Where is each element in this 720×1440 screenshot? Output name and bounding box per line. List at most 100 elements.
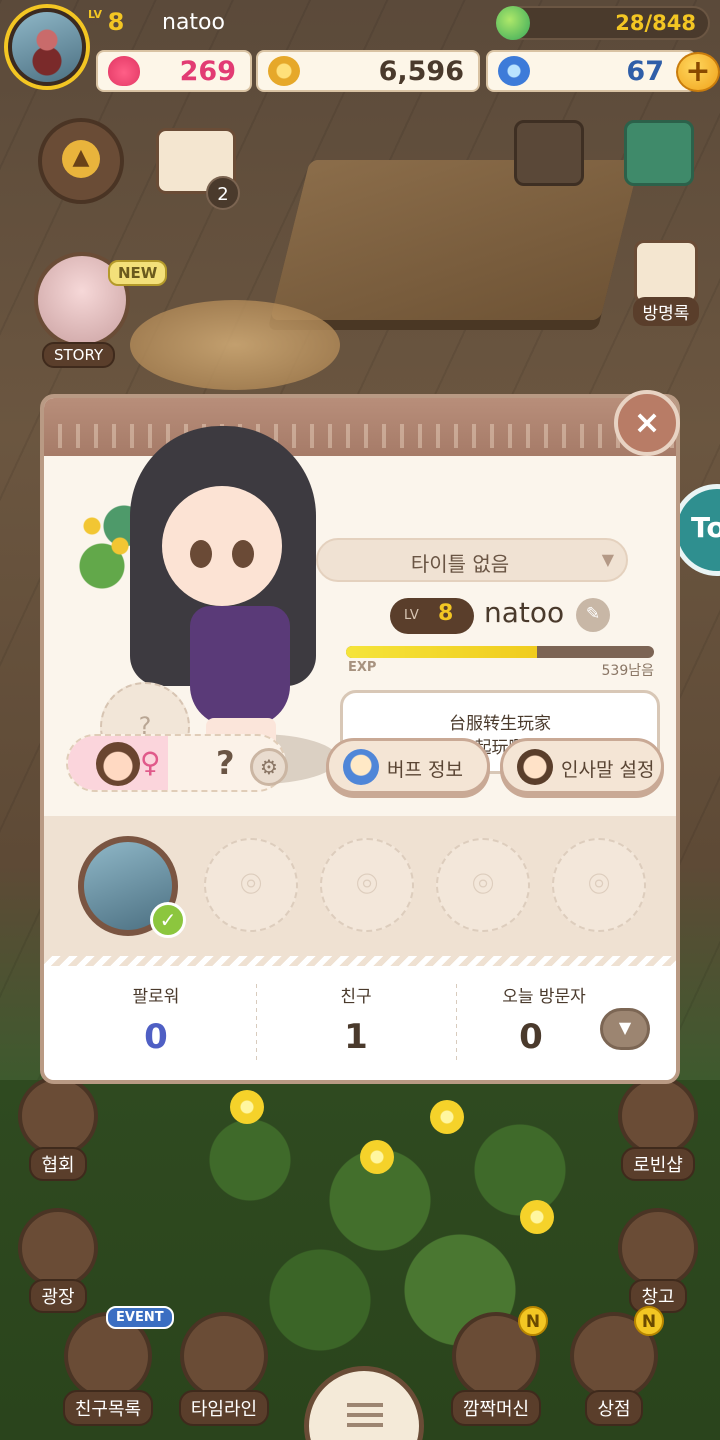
chevron-down-icon[interactable]: ▼ xyxy=(600,1008,650,1050)
lock-icon xyxy=(618,1076,698,1156)
gems-counter: 67 xyxy=(486,50,696,92)
girl-face-icon xyxy=(96,742,140,786)
timeline-icon xyxy=(180,1312,268,1400)
eye-icon xyxy=(190,540,212,568)
guestbook-icon xyxy=(634,240,698,304)
visitors-label: 오늘 방문자 xyxy=(502,987,586,1007)
character-dress xyxy=(190,606,290,726)
build-cube-button[interactable] xyxy=(624,120,694,186)
event-badge: EVENT xyxy=(106,1306,174,1329)
female-symbol-icon: ♀ xyxy=(140,746,161,779)
character-face xyxy=(162,486,282,606)
friends-count: 1 xyxy=(344,1017,368,1057)
greeting-face-icon xyxy=(517,749,553,785)
friend-list-button[interactable]: 친구목록 xyxy=(58,1312,158,1426)
side-item-label: 광장 xyxy=(29,1279,87,1313)
bottom-label: 깜짝머신 xyxy=(450,1390,542,1426)
flower-icon xyxy=(430,1100,464,1134)
followers-stat[interactable]: 팔로워 0 xyxy=(56,982,256,1057)
player-level: LV 8 xyxy=(88,8,124,36)
modal-header xyxy=(44,398,676,456)
gear-icon[interactable]: ⚙ xyxy=(250,748,288,786)
energy-value: 28/848 xyxy=(615,11,696,35)
warehouse-icon xyxy=(618,1208,698,1288)
round-rug xyxy=(130,300,340,390)
decorate-cube-button[interactable] xyxy=(514,120,584,186)
add-gems-button[interactable]: + xyxy=(676,52,720,92)
greeting-line: 台服转生玩家 xyxy=(449,714,551,734)
age-unknown: ? xyxy=(216,744,235,782)
side-item-label: 로빈샵 xyxy=(621,1147,695,1181)
story-label: STORY xyxy=(42,342,116,368)
player-avatar[interactable] xyxy=(4,4,90,90)
level-tag: LV xyxy=(88,8,103,21)
title-dropdown[interactable]: 타이틀 없음 ▼ xyxy=(316,538,628,582)
eye-icon xyxy=(232,540,254,568)
workbench xyxy=(270,160,640,320)
greeting-settings-button[interactable]: 인사말 설정 xyxy=(500,738,664,794)
level-number: 8 xyxy=(438,601,454,626)
side-item-plaza[interactable]: 광장 xyxy=(12,1208,104,1313)
coins-counter: 6,596 xyxy=(256,50,480,92)
bottom-label: 상점 xyxy=(585,1390,643,1426)
flower-icon xyxy=(360,1140,394,1174)
exp-bar xyxy=(346,646,654,658)
gem-icon xyxy=(498,56,530,86)
hearts-counter: 269 xyxy=(96,50,252,92)
side-item-label: 창고 xyxy=(629,1279,687,1313)
followers-count: 0 xyxy=(144,1017,168,1057)
friends-stat[interactable]: 친구 1 xyxy=(256,982,456,1057)
exp-remaining: 539남음 xyxy=(601,663,654,679)
timeline-button[interactable]: 타임라인 xyxy=(174,1312,274,1426)
lock-icon xyxy=(18,1076,98,1156)
social-stats: 팔로워 0 친구 1 오늘 방문자 0 ▼ xyxy=(44,956,676,1080)
buff-icon xyxy=(343,749,379,785)
header-pattern xyxy=(44,424,676,448)
check-icon: ✓ xyxy=(150,902,186,938)
flower-icon xyxy=(520,1200,554,1234)
exp-label: EXP xyxy=(348,660,377,675)
bottom-label: 타임라인 xyxy=(178,1390,270,1426)
side-item-association[interactable]: 협회 xyxy=(12,1076,104,1181)
new-badge: N xyxy=(634,1306,664,1336)
chevron-up-icon: ▲ xyxy=(62,140,100,178)
level-tag: LV xyxy=(404,608,419,623)
coin-icon xyxy=(268,56,300,86)
calendar-badge: 2 xyxy=(206,176,240,210)
side-item-robin-shop[interactable]: 로빈샵 xyxy=(612,1076,704,1181)
expand-up-button[interactable]: ▲ xyxy=(38,118,124,204)
avatar-image xyxy=(12,12,82,82)
camera-icon[interactable]: ⌾ xyxy=(552,838,646,932)
plaza-icon xyxy=(18,1208,98,1288)
zigzag-divider xyxy=(44,956,676,966)
camera-icon[interactable]: ⌾ xyxy=(320,838,414,932)
energy-bar: 28/848 xyxy=(496,6,710,40)
side-item-label: 협회 xyxy=(29,1147,87,1181)
camera-icon[interactable]: ⌾ xyxy=(436,838,530,932)
greeting-settings-label: 인사말 설정 xyxy=(561,759,655,781)
guestbook-button[interactable]: 방명록 xyxy=(616,240,716,326)
new-badge: NEW xyxy=(108,260,168,286)
buff-info-button[interactable]: 버프 정보 xyxy=(326,738,490,794)
followers-label: 팔로워 xyxy=(132,987,180,1007)
exp-bar-fill xyxy=(346,646,537,658)
gems-value: 67 xyxy=(626,56,664,87)
visitors-count: 0 xyxy=(519,1017,543,1057)
edit-name-button[interactable]: ✎ xyxy=(576,598,610,632)
profile-modal: ? ⚙ 타이틀 없음 ▼ LV 8 natoo ✎ EXP 539남음 台服转生… xyxy=(40,394,680,1084)
close-button[interactable]: × xyxy=(614,390,680,456)
player-name: natoo xyxy=(162,10,225,35)
new-badge: N xyxy=(518,1306,548,1336)
flower-icon xyxy=(230,1090,264,1124)
menu-icon xyxy=(347,1403,383,1407)
story-button[interactable]: NEW STORY xyxy=(24,252,168,372)
title-value: 타이틀 없음 xyxy=(410,552,510,576)
hearts-value: 269 xyxy=(179,56,236,87)
profile-level-badge: LV 8 xyxy=(390,598,474,634)
coins-value: 6,596 xyxy=(378,56,464,87)
camera-icon[interactable]: ⌾ xyxy=(204,838,298,932)
bottom-label: 친구목록 xyxy=(62,1390,154,1426)
guestbook-label: 방명록 xyxy=(632,297,700,326)
profile-name: natoo xyxy=(484,596,565,629)
side-item-warehouse[interactable]: 창고 xyxy=(612,1208,704,1313)
